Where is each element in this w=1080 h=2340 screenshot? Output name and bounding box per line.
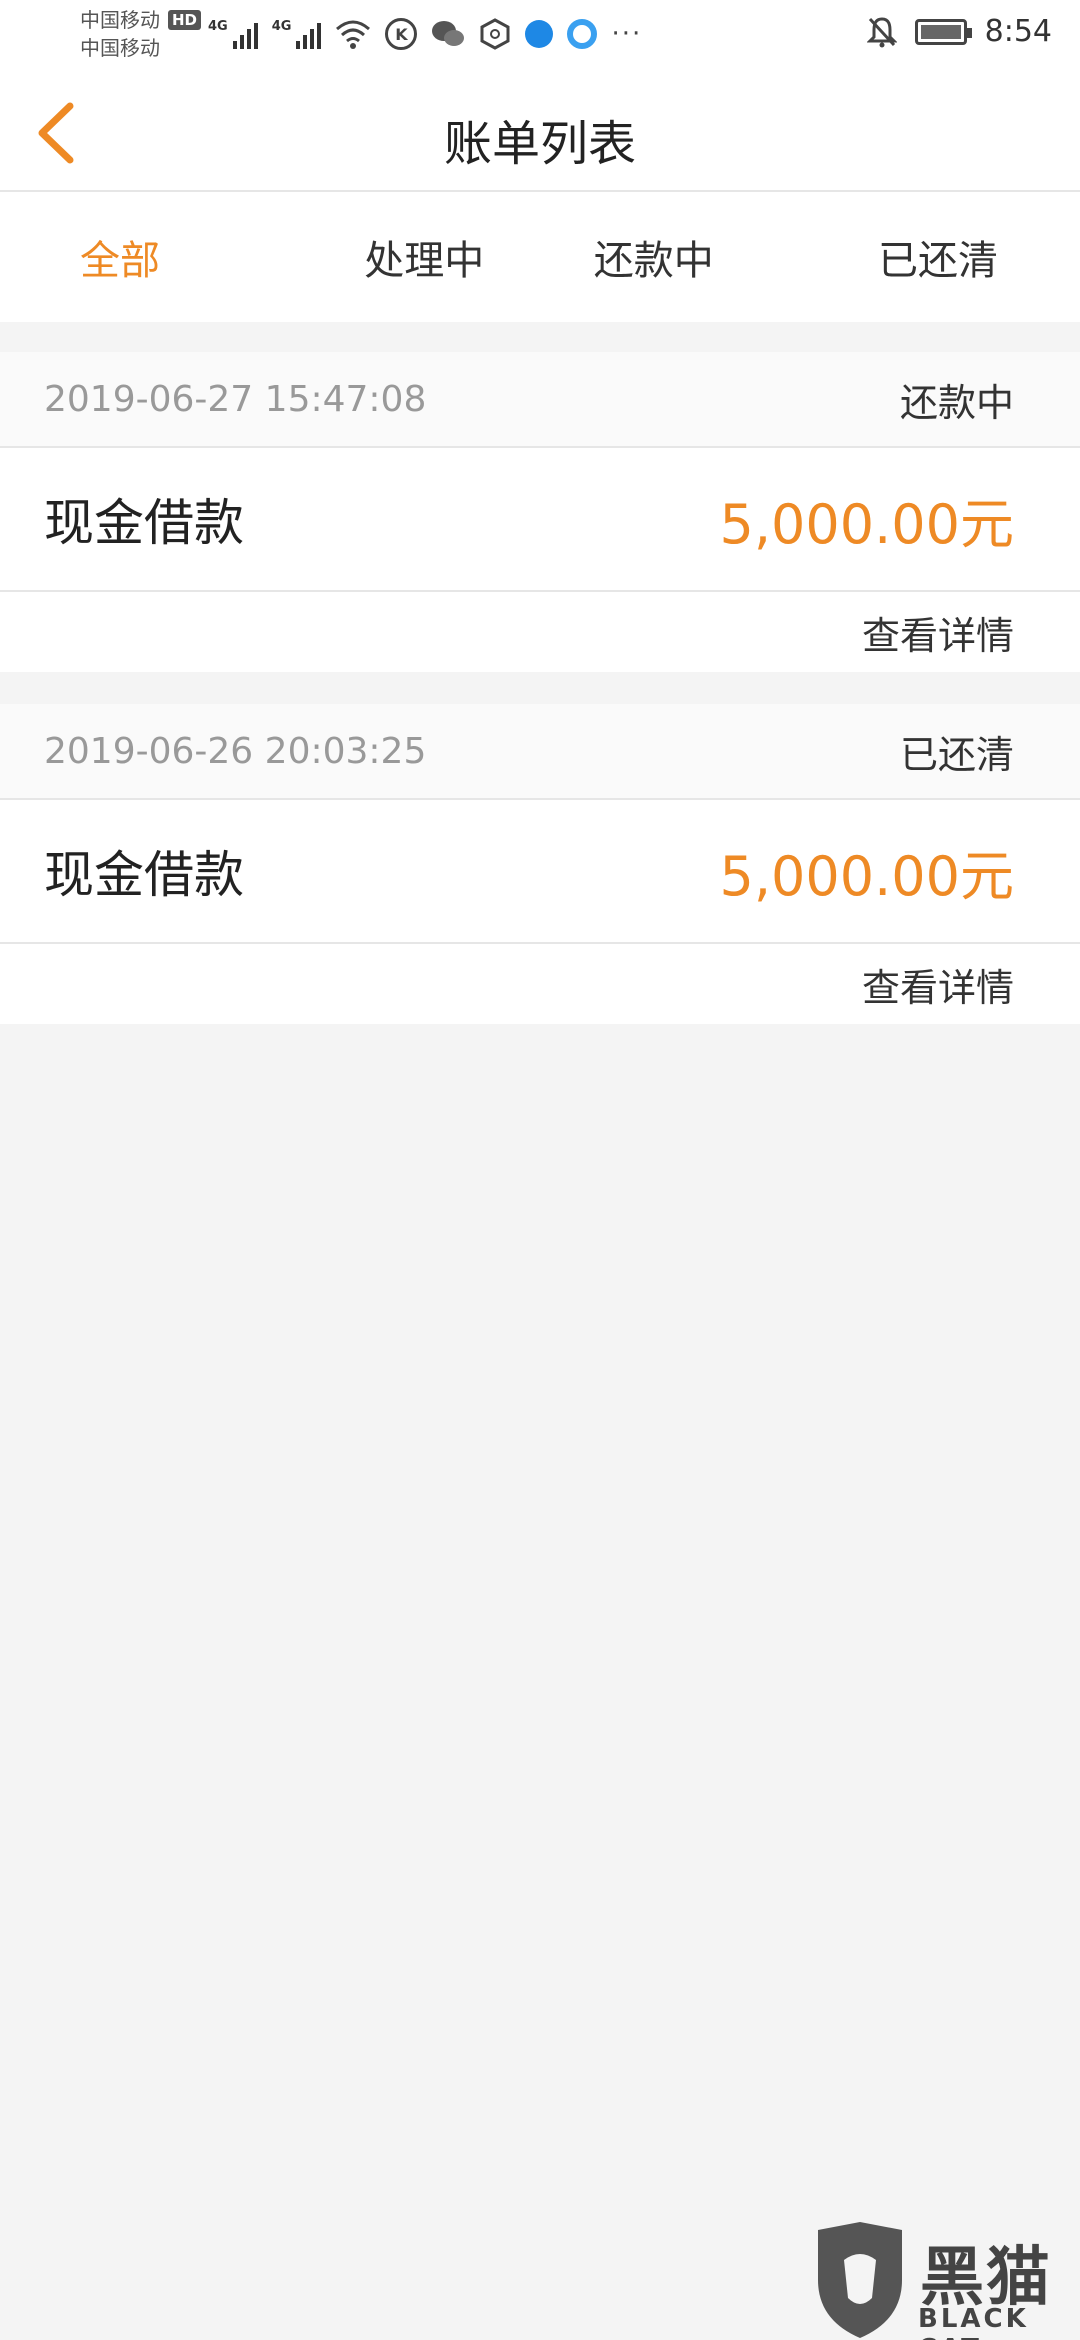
- carrier-name-1: 中国移动: [80, 8, 160, 32]
- browser-icon: [525, 20, 554, 48]
- view-details-link[interactable]: 查看详情: [862, 605, 1014, 660]
- network-type-1: 4G: [208, 19, 228, 34]
- bill-card[interactable]: 2019-06-27 15:47:08 还款中 现金借款 5,000.00元 查…: [0, 352, 1080, 672]
- tab-all[interactable]: 全部: [0, 192, 310, 322]
- hexagon-app-icon: [480, 18, 510, 50]
- bill-type: 现金借款: [44, 846, 244, 904]
- bill-footer: 查看详情: [0, 592, 1080, 672]
- carrier-name-2: 中国移动: [80, 36, 160, 60]
- bill-footer: 查看详情: [0, 944, 1080, 1024]
- filter-tabs: 全部 处理中 还款中 已还清: [0, 192, 1080, 322]
- bill-card[interactable]: 2019-06-26 20:03:25 已还清 现金借款 5,000.00元 查…: [0, 704, 1080, 1024]
- bill-amount: 5,000.00元: [719, 844, 1014, 908]
- bill-body: 现金借款 5,000.00元: [0, 448, 1080, 592]
- bill-header: 2019-06-26 20:03:25 已还清: [0, 704, 1080, 800]
- nav-bar: 账单列表: [0, 70, 1080, 192]
- battery-charging-icon: [914, 18, 972, 45]
- bill-body: 现金借款 5,000.00元: [0, 800, 1080, 944]
- cat-shield-icon: [818, 2222, 902, 2338]
- page-title: 账单列表: [443, 116, 636, 172]
- tab-paid-off[interactable]: 已还清: [769, 192, 1080, 322]
- bill-status: 已还清: [899, 732, 1014, 777]
- k-app-icon: K: [385, 18, 418, 50]
- qq-browser-icon: [567, 19, 598, 49]
- watermark-en: BLACK CAT: [918, 2304, 1029, 2340]
- bill-date: 2019-06-26 20:03:25: [44, 730, 427, 772]
- mute-bell-icon: [866, 16, 897, 47]
- wechat-icon: [432, 21, 465, 46]
- bill-date: 2019-06-27 15:47:08: [44, 378, 427, 420]
- view-details-link[interactable]: 查看详情: [862, 957, 1014, 1012]
- tab-repaying[interactable]: 还款中: [539, 192, 769, 322]
- bill-amount: 5,000.00元: [719, 492, 1014, 556]
- black-cat-watermark: 黑猫 BLACK CAT: [810, 2220, 1080, 2340]
- status-right: 8:54: [866, 14, 1052, 49]
- status-bar: 中国移动 HD 中国移动 4G 4G K ··· 8:54: [0, 0, 1080, 70]
- network-type-2: 4G: [271, 19, 292, 34]
- more-notifications-icon: ···: [611, 19, 643, 49]
- signal-icon-2: 4G: [272, 19, 322, 49]
- status-icons: 4G 4G K ···: [208, 18, 642, 50]
- bill-status: 还款中: [899, 380, 1014, 425]
- hd-voice-badge: HD: [168, 10, 202, 30]
- wifi-icon: [336, 20, 371, 49]
- signal-icon: 4G: [208, 19, 258, 49]
- bill-header: 2019-06-27 15:47:08 还款中: [0, 352, 1080, 448]
- bill-type: 现金借款: [44, 494, 244, 552]
- clock: 8:54: [984, 14, 1052, 49]
- tab-processing[interactable]: 处理中: [310, 192, 540, 322]
- carrier-info: 中国移动 HD 中国移动: [80, 6, 202, 62]
